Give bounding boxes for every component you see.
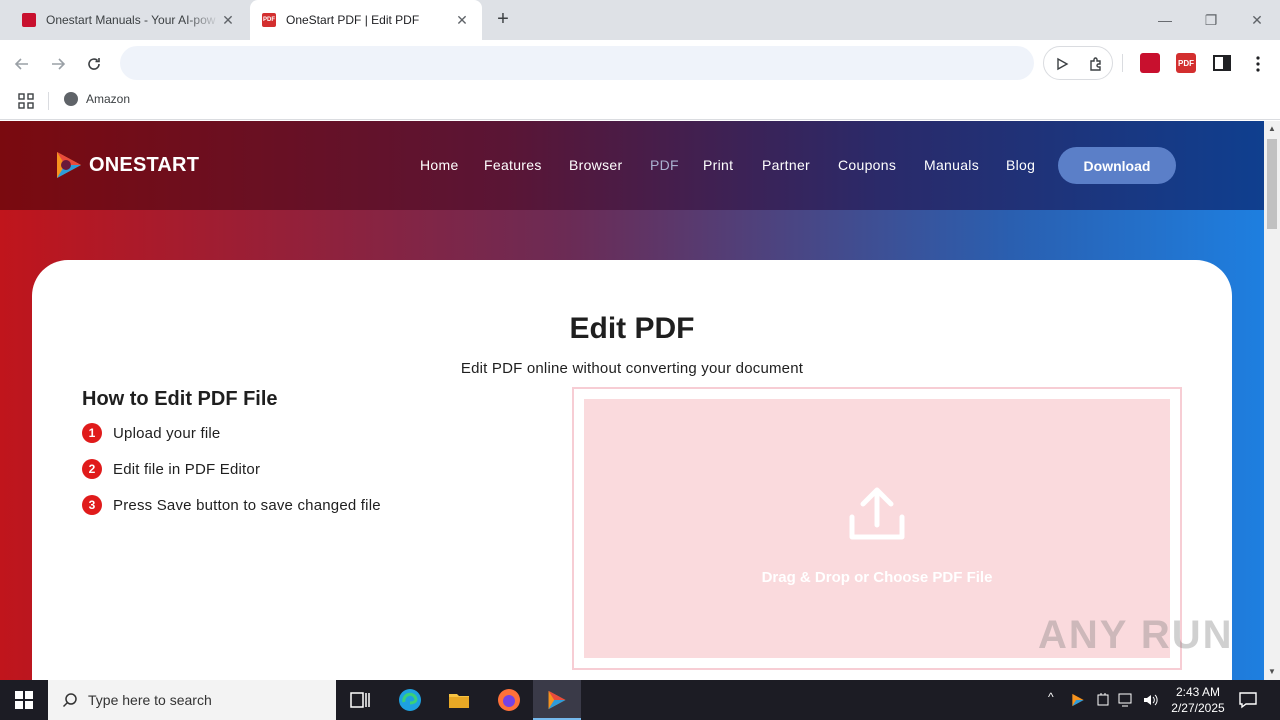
onestart-manuals-extension-icon[interactable] [1140,53,1160,73]
scrollbar-thumb[interactable] [1267,139,1277,229]
tab-title: OneStart PDF | Edit PDF [286,13,420,27]
minimize-button[interactable]: — [1142,8,1188,32]
page-title: Edit PDF [569,312,695,345]
scroll-up-arrow-icon[interactable]: ▲ [1264,121,1280,137]
notifications-icon[interactable] [1238,690,1258,710]
tab-edit-pdf[interactable]: PDF OneStart PDF | Edit PDF ✕ [250,0,482,40]
nav-browser[interactable]: Browser [569,157,622,173]
windows-logo-icon [15,691,33,709]
logo-text: ONESTART [89,153,200,176]
tray-device-icon[interactable] [1096,692,1110,708]
taskbar-onestart-active[interactable] [533,680,581,720]
step-text: Press Save button to save changed file [113,496,381,514]
upload-icon [849,487,905,540]
new-tab-button[interactable]: + [492,8,514,32]
clock-date: 2/27/2025 [1171,701,1225,715]
nav-blog[interactable]: Blog [1006,157,1035,173]
step-item: 1 Upload your file [82,423,220,443]
window-close-button[interactable]: ✕ [1234,8,1280,32]
restore-button[interactable]: ❐ [1188,8,1234,32]
step-text: Edit file in PDF Editor [113,460,261,478]
step-item: 2 Edit file in PDF Editor [82,459,260,479]
search-icon [62,693,77,708]
tab-onestart-manuals[interactable]: Onestart Manuals - Your AI-pow ✕ [10,0,248,40]
reload-icon [88,58,100,70]
step-text: Upload your file [113,424,221,442]
nav-pdf[interactable]: PDF [650,157,679,173]
nav-home[interactable]: Home [420,157,459,173]
nav-manuals[interactable]: Manuals [924,157,979,173]
site-logo[interactable]: ONESTART [53,148,199,182]
site-header: ONESTART Home Features Browser PDF Print… [0,121,1264,210]
onestart-manuals-favicon-icon [22,13,36,27]
page-viewport: ONESTART Home Features Browser PDF Print… [0,121,1264,680]
omnibox-actions [1043,46,1113,80]
tray-chevron-up-icon[interactable]: ^ [1048,690,1054,704]
nav-partner[interactable]: Partner [762,157,810,173]
extensions-puzzle-icon[interactable] [1086,54,1106,74]
kebab-menu-icon [1256,56,1260,72]
edge-browser-icon[interactable] [398,688,422,712]
arrow-left-icon [14,58,28,70]
nav-features[interactable]: Features [484,157,542,173]
network-icon[interactable] [1118,692,1136,708]
tab-close-icon[interactable]: ✕ [220,12,236,29]
taskbar-search[interactable]: Type here to search [48,680,336,720]
pdf-extension-icon[interactable]: PDF [1176,53,1196,73]
bookmarks-bar: Amazon [0,86,1280,120]
browser-menu-button[interactable] [1246,52,1270,76]
reload-button[interactable] [82,52,106,76]
bookmark-label: Amazon [86,92,131,106]
step-item: 3 Press Save button to save changed file [82,495,381,515]
pdf-favicon-icon: PDF [262,13,276,27]
page-subtitle: Edit PDF online without converting your … [460,360,804,377]
windows-taskbar: Type here to search ^ 2:43 AM 2/27/2025 [0,680,1280,720]
bookmarks-separator [48,92,49,110]
side-panel-icon [1213,55,1231,71]
forward-button[interactable] [46,52,70,76]
nav-print[interactable]: Print [703,157,733,173]
taskbar-clock[interactable]: 2:43 AM 2/27/2025 [1160,684,1236,716]
page-scrollbar[interactable]: ▲ ▼ [1264,121,1280,680]
clock-time: 2:43 AM [1175,685,1221,699]
search-placeholder: Type here to search [88,692,212,708]
bookmark-amazon[interactable]: Amazon [64,92,130,106]
onestart-logo-icon [57,152,81,178]
nav-coupons[interactable]: Coupons [838,157,896,173]
tray-onestart-icon[interactable] [1070,692,1086,708]
toolbar-separator [1122,54,1123,72]
anyrun-watermark: ANY RUN [1038,613,1234,657]
task-view-icon[interactable] [348,688,372,712]
arrow-right-icon [52,58,66,70]
tab-close-icon[interactable]: ✕ [454,12,470,29]
side-panel-button[interactable] [1210,52,1234,76]
step-number-badge: 3 [82,495,102,515]
globe-icon [64,92,78,106]
apps-grid-icon[interactable] [18,93,34,109]
address-bar-input[interactable] [120,46,1034,80]
onestart-browser-icon [548,690,566,710]
start-button[interactable] [0,680,48,720]
firefox-icon[interactable] [497,688,521,712]
browser-toolbar: PDF [0,40,1280,86]
back-button[interactable] [10,52,34,76]
step-number-badge: 2 [82,459,102,479]
volume-icon[interactable] [1142,692,1160,708]
howto-title: How to Edit PDF File [82,388,278,410]
dropzone-text: Drag & Drop or Choose PDF File [761,569,993,586]
scroll-down-arrow-icon[interactable]: ▼ [1264,664,1280,680]
tab-title: Onestart Manuals - Your AI-pow [46,13,216,27]
tab-strip: Onestart Manuals - Your AI-pow ✕ PDF One… [0,0,1280,40]
download-button[interactable]: Download [1058,147,1176,184]
step-number-badge: 1 [82,423,102,443]
file-explorer-icon[interactable] [447,688,471,712]
cast-icon[interactable] [1052,54,1072,74]
